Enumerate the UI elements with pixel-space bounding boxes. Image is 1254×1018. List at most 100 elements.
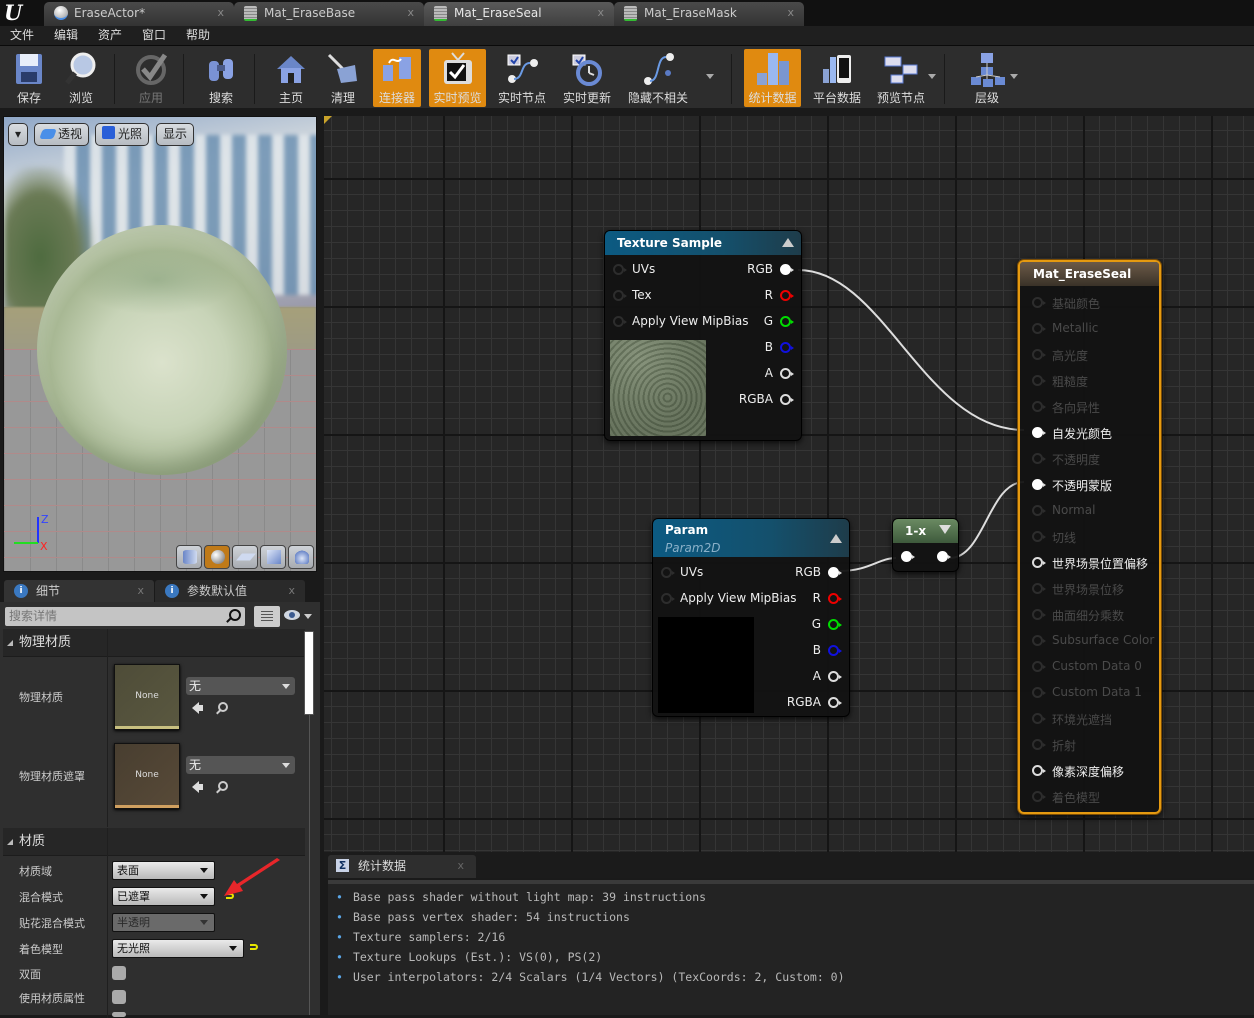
one-minus-input-pin[interactable] [901, 551, 915, 562]
pin-icon[interactable] [1032, 739, 1046, 750]
column-divider[interactable] [107, 629, 108, 827]
material-graph-editor[interactable]: Texture Sample UVs Tex Apply View MipBia… [324, 116, 1254, 852]
pin-icon[interactable] [613, 316, 627, 327]
preview-cylinder-button[interactable] [176, 545, 202, 569]
use-material-attributes-checkbox[interactable] [112, 990, 126, 1004]
platform-stats-button[interactable]: 平台数据 [808, 49, 866, 107]
show-button[interactable]: 显示 [156, 123, 195, 146]
pin-icon[interactable] [1032, 453, 1046, 464]
close-icon[interactable]: x [217, 2, 224, 24]
material-result-node[interactable]: Mat_EraseSeal 基础颜色 Metallic 高光度 粗糙度 各向异性 自发光颜… [1018, 260, 1161, 814]
pin-icon[interactable] [828, 593, 842, 604]
preview-nodes-dropdown[interactable] [928, 74, 936, 79]
collapse-arrow-icon[interactable] [939, 525, 951, 534]
close-icon[interactable]: x [288, 580, 295, 602]
node-header[interactable]: Param Param2D [653, 519, 849, 557]
details-scrollbar[interactable] [304, 631, 314, 715]
connectors-button[interactable]: 连接器 [373, 49, 421, 107]
node-header[interactable]: Mat_EraseSeal [1020, 262, 1159, 286]
eye-icon[interactable] [284, 610, 300, 620]
node-header[interactable]: Texture Sample [605, 231, 801, 255]
pin-icon[interactable] [1032, 557, 1046, 568]
save-button[interactable]: 保存 [6, 49, 52, 107]
search-button[interactable]: 搜索 [198, 49, 244, 107]
pin-icon[interactable] [780, 368, 794, 379]
pin-icon[interactable] [1032, 401, 1046, 412]
preview-cube-button[interactable] [260, 545, 286, 569]
pin-icon[interactable] [1032, 609, 1046, 620]
pin-icon[interactable] [1032, 323, 1046, 334]
pin-icon[interactable] [661, 593, 675, 604]
menu-window[interactable]: 窗口 [142, 27, 166, 44]
pin-icon[interactable] [1032, 635, 1046, 646]
tab-parameter-defaults[interactable]: i 参数默认值 x [155, 580, 305, 602]
lit-mode-button[interactable]: 光照 [95, 123, 150, 146]
pin-icon[interactable] [780, 394, 794, 405]
one-minus-output-pin[interactable] [937, 551, 951, 562]
pin-icon[interactable] [1032, 531, 1046, 542]
pin-icon[interactable] [1032, 349, 1046, 360]
browse-button[interactable]: 浏览 [58, 49, 104, 107]
pin-icon[interactable] [780, 290, 794, 301]
live-preview-button[interactable]: 实时预览 [429, 49, 486, 107]
browse-magnifier-icon[interactable] [218, 702, 228, 712]
material-preview-viewport[interactable]: ▾ 透视 光照 显示 Z X [3, 116, 317, 572]
toolbar-overflow-dropdown[interactable] [706, 74, 714, 79]
category-physical-material[interactable]: 物理材质 [3, 629, 305, 657]
view-options-dropdown[interactable] [304, 614, 312, 619]
menu-file[interactable]: 文件 [10, 27, 34, 44]
hierarchy-dropdown[interactable] [1010, 74, 1018, 79]
stats-button[interactable]: 统计数据 [744, 49, 801, 107]
hierarchy-button[interactable]: 层级 [962, 49, 1012, 107]
live-update-button[interactable]: 实时更新 [558, 49, 616, 107]
tab-details[interactable]: i 细节 x [4, 580, 154, 602]
use-selected-arrow-icon[interactable] [192, 702, 203, 714]
pin-icon[interactable] [780, 316, 794, 327]
physical-material-mask-thumbnail[interactable]: None [114, 743, 180, 809]
close-icon[interactable]: x [407, 2, 414, 24]
blend-mode-combo[interactable]: 已遮罩 [112, 887, 215, 906]
pin-icon[interactable] [1032, 505, 1046, 516]
collapse-arrow-icon[interactable] [782, 238, 794, 247]
perspective-button[interactable]: 透视 [34, 123, 90, 146]
pin-icon[interactable] [1032, 661, 1046, 672]
category-material[interactable]: 材质 [3, 828, 305, 856]
live-nodes-button[interactable]: 实时节点 [494, 49, 550, 107]
browse-magnifier-icon[interactable] [218, 781, 228, 791]
tab-mat-erase-mask[interactable]: Mat_EraseMask x [614, 2, 804, 26]
preview-custom-mesh-button[interactable] [288, 545, 314, 569]
pin-icon[interactable] [828, 567, 842, 578]
close-icon[interactable]: x [787, 2, 794, 24]
pin-icon[interactable] [1032, 687, 1046, 698]
close-icon[interactable]: x [597, 2, 604, 24]
clean-button[interactable]: 清理 [320, 49, 366, 107]
decal-blend-mode-combo[interactable]: 半透明 [112, 913, 215, 932]
collapse-arrow-icon[interactable] [830, 534, 842, 543]
tab-erase-actor[interactable]: EraseActor* x [44, 2, 234, 26]
texture-sample-node[interactable]: Texture Sample UVs Tex Apply View MipBia… [604, 230, 802, 441]
pin-icon[interactable] [613, 264, 627, 275]
preview-sphere-button[interactable] [204, 545, 230, 569]
pin-icon[interactable] [1032, 765, 1046, 776]
one-minus-node[interactable]: 1-x [892, 518, 959, 572]
hide-unrelated-button[interactable]: 隐藏不相关 [624, 49, 692, 107]
menu-asset[interactable]: 资产 [98, 27, 122, 44]
pin-icon[interactable] [780, 342, 794, 353]
column-divider[interactable] [107, 828, 108, 1018]
preview-plane-button[interactable] [232, 545, 258, 569]
home-button[interactable]: 主页 [268, 49, 314, 107]
pin-icon[interactable] [828, 697, 842, 708]
pin-icon[interactable] [780, 264, 794, 275]
param-texture-node[interactable]: Param Param2D UVs Apply View MipBias RGB… [652, 518, 850, 717]
pin-icon[interactable] [661, 567, 675, 578]
apply-button[interactable]: 应用 [128, 49, 174, 107]
two-sided-checkbox[interactable] [112, 966, 126, 980]
menu-help[interactable]: 帮助 [186, 27, 210, 44]
physical-material-mask-combo[interactable]: 无 [186, 756, 295, 774]
details-search-input[interactable]: 搜索详情 [5, 607, 245, 626]
pin-icon[interactable] [828, 671, 842, 682]
pin-icon[interactable] [613, 290, 627, 301]
pin-icon[interactable] [1032, 479, 1046, 490]
preview-nodes-button[interactable]: 预览节点 [872, 49, 930, 107]
material-domain-combo[interactable]: 表面 [112, 861, 215, 880]
